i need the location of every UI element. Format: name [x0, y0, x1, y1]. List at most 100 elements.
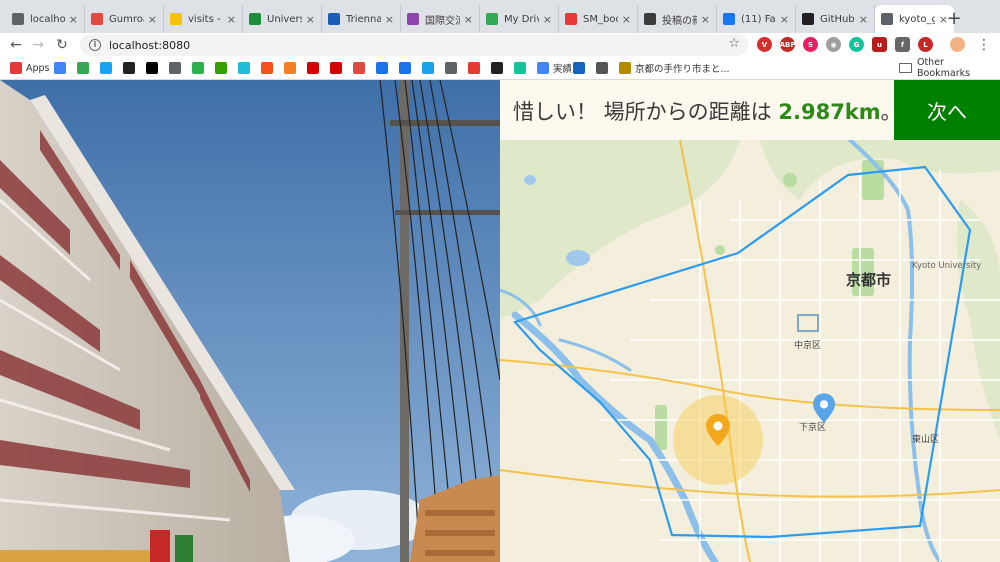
facebook-extension-icon[interactable]: f — [895, 37, 910, 52]
close-tab-icon[interactable]: × — [543, 13, 552, 26]
github-icon — [123, 62, 135, 74]
bookmark-item[interactable] — [261, 60, 277, 76]
reload-icon[interactable]: ↻ — [52, 35, 72, 55]
share-extension-icon[interactable]: S — [803, 37, 818, 52]
page-content: 惜しい！ 場所からの距離は 2.987km。 次へ 京都市 Kyoto Univ… — [0, 80, 1000, 562]
ublock-extension-icon[interactable]: u — [872, 37, 887, 52]
close-tab-icon[interactable]: × — [385, 13, 394, 26]
bookmarks-bar: Apps 実績 京都の手作り市まと... Other Bookmarks — [0, 57, 1000, 80]
map-label-nakagyo: 中京区 — [794, 341, 822, 351]
new-tab-plus-icon[interactable]: + — [944, 8, 964, 29]
bookmark-item[interactable]: 京都の手作り市まと... — [619, 60, 730, 76]
browser-tab[interactable]: My Driv × — [480, 5, 559, 33]
browser-tab[interactable]: GitHub × — [796, 5, 875, 33]
drive-icon — [486, 13, 498, 25]
bookmark-item[interactable] — [573, 60, 589, 76]
close-tab-icon[interactable]: × — [148, 13, 157, 26]
bookmark-item[interactable]: Apps — [10, 60, 50, 76]
bookmark-item[interactable] — [238, 60, 254, 76]
next-button[interactable]: 次へ — [894, 80, 1000, 140]
globe-icon — [445, 62, 457, 74]
forward-arrow-icon[interactable]: → — [28, 35, 48, 55]
docs-icon — [537, 62, 549, 74]
bookmark-item[interactable] — [123, 60, 139, 76]
bookmark-item[interactable] — [284, 60, 300, 76]
browser-tab[interactable]: 国際交流 × — [401, 5, 480, 33]
gumroad-icon — [91, 13, 103, 25]
close-tab-icon[interactable]: × — [701, 13, 710, 26]
bookmark-item[interactable] — [376, 60, 392, 76]
bookmark-item[interactable] — [399, 60, 415, 76]
bookmark-item[interactable] — [215, 60, 231, 76]
visits-icon — [170, 13, 182, 25]
close-tab-icon[interactable]: × — [69, 13, 78, 26]
camera-extension-icon[interactable]: ◉ — [826, 37, 841, 52]
wikipedia-icon — [146, 62, 158, 74]
bookmark-item[interactable] — [146, 60, 162, 76]
adblock-extension-icon[interactable]: ABP — [780, 37, 795, 52]
vivaldi-extension-icon[interactable]: V — [757, 37, 772, 52]
map-label-city: 京都市 — [846, 271, 892, 289]
browser-tab[interactable]: (11) Fac × — [717, 5, 796, 33]
street-view-panorama[interactable] — [0, 80, 500, 562]
bookmark-item[interactable] — [422, 60, 438, 76]
drive-icon — [77, 62, 89, 74]
leaf-icon — [619, 62, 631, 74]
browser-tab[interactable]: Trienna × — [322, 5, 401, 33]
close-tab-icon[interactable]: × — [780, 13, 789, 26]
card-icon — [596, 62, 608, 74]
browser-tab[interactable]: kyoto_g × — [875, 5, 954, 33]
bookmark-item[interactable] — [307, 60, 323, 76]
browser-tab[interactable]: Gumroa × — [85, 5, 164, 33]
site-info-icon[interactable]: i — [89, 39, 101, 51]
avatar[interactable] — [950, 37, 965, 52]
bookmark-item[interactable]: 実績 — [537, 60, 572, 76]
w-icon — [491, 62, 503, 74]
browser-tab[interactable]: 投稿の新 × — [638, 5, 717, 33]
url-text[interactable]: localhost:8080 — [109, 39, 190, 52]
lastpass-extension-icon[interactable]: L — [918, 37, 933, 52]
browser-tab[interactable]: localho × — [6, 5, 85, 33]
bookmark-item[interactable] — [491, 60, 507, 76]
browser-tab[interactable]: SM_boo × — [559, 5, 638, 33]
close-tab-icon[interactable]: × — [464, 13, 473, 26]
bookmark-item[interactable] — [468, 60, 484, 76]
tab-title: 国際交流 — [425, 15, 460, 27]
bookmark-item[interactable] — [169, 60, 185, 76]
tab-title: kyoto_g — [899, 13, 935, 25]
map-graphic — [500, 140, 1000, 562]
guess-pin-icon — [706, 414, 730, 446]
close-tab-icon[interactable]: × — [859, 13, 868, 26]
globe-icon — [376, 62, 388, 74]
close-tab-icon[interactable]: × — [622, 13, 631, 26]
grammarly-icon — [514, 62, 526, 74]
bookmark-item[interactable] — [100, 60, 116, 76]
close-tab-icon[interactable]: × — [306, 13, 315, 26]
bookmark-item[interactable] — [514, 60, 530, 76]
seven-icon — [422, 62, 434, 74]
bookmark-item[interactable] — [596, 60, 612, 76]
address-bar[interactable]: i localhost:8080 ☆ — [80, 34, 748, 56]
close-tab-icon[interactable]: × — [227, 13, 236, 26]
mufg-icon — [307, 62, 319, 74]
browser-tab[interactable]: Univers × — [243, 5, 322, 33]
globe-icon — [12, 13, 24, 25]
result-bar: 惜しい！ 場所からの距離は 2.987km。 次へ — [500, 80, 1000, 140]
grammarly-extension-icon[interactable]: G — [849, 37, 864, 52]
bookmark-item[interactable] — [192, 60, 208, 76]
bookmark-item[interactable] — [54, 60, 70, 76]
bookmark-item[interactable] — [77, 60, 93, 76]
back-arrow-icon[interactable]: ← — [6, 35, 26, 55]
bookmark-item[interactable] — [353, 60, 369, 76]
bookmark-item[interactable] — [445, 60, 461, 76]
tab-title: visits - — [188, 13, 221, 25]
globe-icon — [881, 13, 893, 25]
bookmark-star-icon[interactable]: ☆ — [728, 36, 740, 51]
other-bookmarks[interactable]: Other Bookmarks — [899, 57, 1000, 79]
map-canvas[interactable]: 京都市 Kyoto University 中京区 下京区 東山区 — [500, 140, 1000, 562]
browser-tab[interactable]: visits - × — [164, 5, 243, 33]
kokusai-icon — [407, 13, 419, 25]
menu-kebab-icon[interactable]: ⋮ — [974, 35, 994, 55]
browser-toolbar: ← → ↻ i localhost:8080 ☆ V ABP S ◉ G u f… — [0, 33, 1000, 57]
bookmark-item[interactable] — [330, 60, 346, 76]
